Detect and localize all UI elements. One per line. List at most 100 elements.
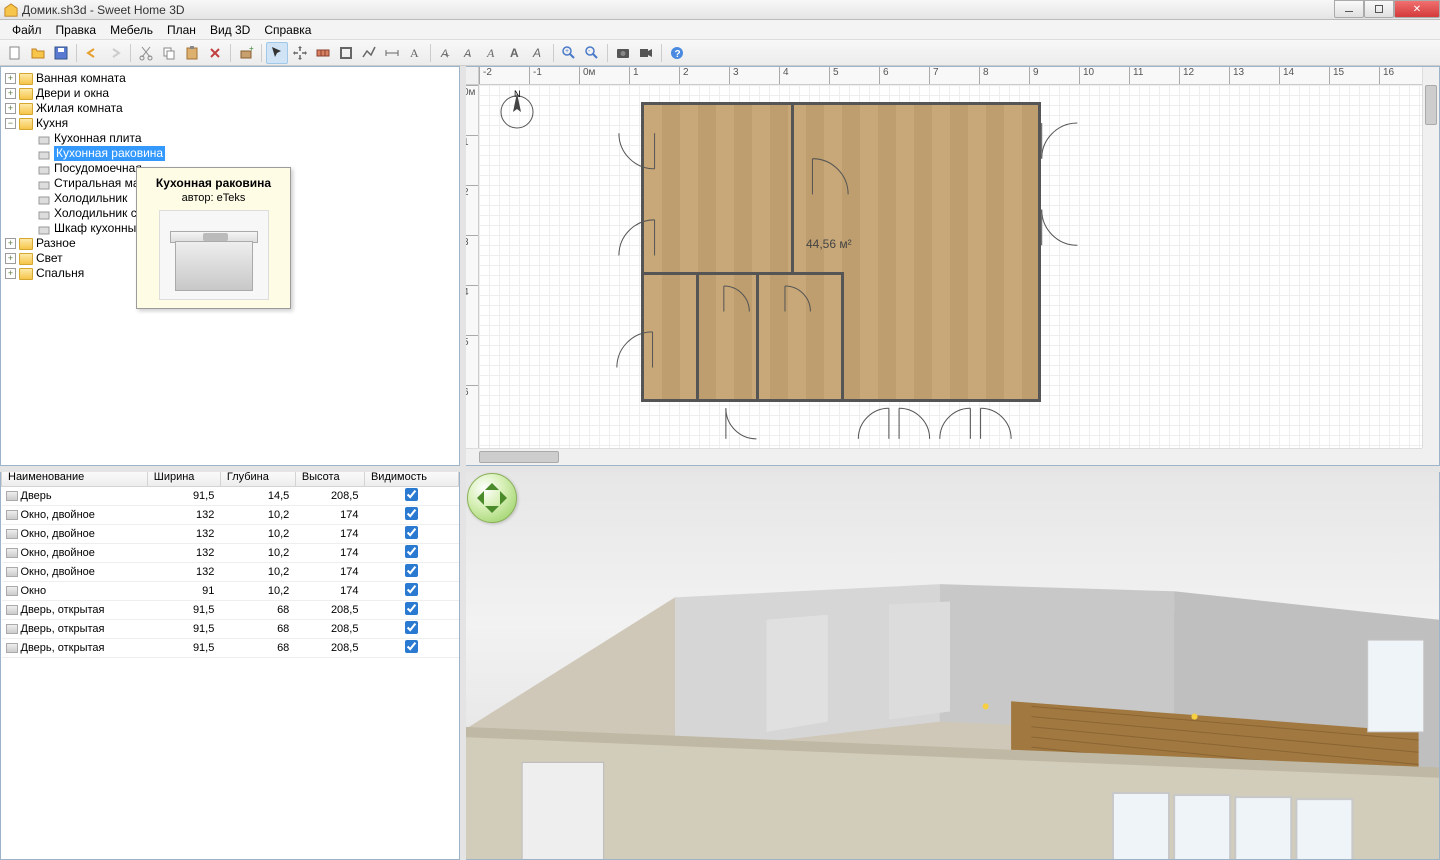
svg-text:-: -: [588, 48, 591, 55]
table-row[interactable]: Окно, двойное13210,2174: [2, 506, 459, 525]
folder-icon: [19, 88, 33, 100]
table-row[interactable]: Дверь, открытая91,568208,5: [2, 620, 459, 639]
nav-right-icon[interactable]: [500, 491, 514, 505]
table-row[interactable]: Окно, двойное13210,2174: [2, 563, 459, 582]
table-row[interactable]: Дверь91,514,5208,5: [2, 487, 459, 506]
nav-control[interactable]: [467, 473, 517, 523]
wall-tool[interactable]: [312, 42, 334, 64]
text-style-b-button[interactable]: A: [527, 42, 549, 64]
add-furniture-button[interactable]: +: [235, 42, 257, 64]
menu-help[interactable]: Справка: [258, 21, 317, 39]
zoom-in-button[interactable]: +: [558, 42, 580, 64]
visibility-checkbox[interactable]: [405, 526, 418, 539]
furniture-table[interactable]: Наименование Ширина Глубина Высота Видим…: [1, 467, 459, 658]
tree-washer[interactable]: Стиральная ма: [54, 176, 140, 191]
table-row[interactable]: Окно, двойное13210,2174: [2, 525, 459, 544]
window-title: Домик.sh3d - Sweet Home 3D: [22, 3, 1436, 17]
menu-edit[interactable]: Правка: [50, 21, 103, 39]
undo-button[interactable]: [81, 42, 103, 64]
dimension-tool[interactable]: [381, 42, 403, 64]
help-button[interactable]: ?: [666, 42, 688, 64]
expand-icon[interactable]: +: [5, 103, 16, 114]
nav-left-icon[interactable]: [470, 491, 484, 505]
menu-plan[interactable]: План: [161, 21, 202, 39]
tree-fridge[interactable]: Холодильник: [54, 191, 127, 206]
maximize-button[interactable]: [1364, 0, 1394, 18]
tree-stove[interactable]: Кухонная плита: [54, 131, 142, 146]
tree-doors-windows[interactable]: Двери и окна: [36, 86, 109, 101]
video-button[interactable]: [635, 42, 657, 64]
svg-text:A: A: [532, 46, 541, 60]
tree-sink-selected[interactable]: Кухонная раковина: [54, 146, 165, 161]
collapse-icon[interactable]: −: [5, 118, 16, 129]
visibility-checkbox[interactable]: [405, 545, 418, 558]
pan-tool[interactable]: [289, 42, 311, 64]
text-bold-button[interactable]: A+: [435, 42, 457, 64]
visibility-checkbox[interactable]: [405, 621, 418, 634]
plan-scrollbar-horizontal[interactable]: [461, 448, 1422, 465]
text-style-a-button[interactable]: A: [504, 42, 526, 64]
menu-view3d[interactable]: Вид 3D: [204, 21, 256, 39]
nav-up-icon[interactable]: [485, 476, 499, 490]
expand-icon[interactable]: +: [5, 88, 16, 99]
tree-bedroom[interactable]: Спальня: [36, 266, 84, 281]
wall[interactable]: [696, 272, 699, 402]
tree-light[interactable]: Свет: [36, 251, 63, 266]
tree-dishwasher[interactable]: Посудомоечная: [54, 161, 142, 176]
table-row[interactable]: Окно, двойное13210,2174: [2, 544, 459, 563]
visibility-checkbox[interactable]: [405, 602, 418, 615]
expand-icon[interactable]: +: [5, 268, 16, 279]
photo-button[interactable]: [612, 42, 634, 64]
visibility-checkbox[interactable]: [405, 583, 418, 596]
text-tool[interactable]: A: [404, 42, 426, 64]
splitter-vertical[interactable]: [460, 66, 466, 860]
expand-icon[interactable]: +: [5, 238, 16, 249]
menu-file[interactable]: Файл: [6, 21, 48, 39]
minimize-button[interactable]: [1334, 0, 1364, 18]
menu-furniture[interactable]: Мебель: [104, 21, 159, 39]
zoom-out-button[interactable]: -: [581, 42, 603, 64]
redo-button[interactable]: [104, 42, 126, 64]
table-row[interactable]: Окно9110,2174: [2, 582, 459, 601]
wall[interactable]: [641, 272, 841, 275]
expand-icon[interactable]: +: [5, 253, 16, 264]
tree-misc[interactable]: Разное: [36, 236, 76, 251]
tree-kitchen[interactable]: Кухня: [36, 116, 68, 131]
copy-button[interactable]: [158, 42, 180, 64]
save-button[interactable]: [50, 42, 72, 64]
paste-button[interactable]: [181, 42, 203, 64]
new-button[interactable]: [4, 42, 26, 64]
plan-scrollbar-vertical[interactable]: [1422, 67, 1439, 448]
splitter-horizontal[interactable]: [0, 466, 1440, 472]
tree-bathroom[interactable]: Ванная комната: [36, 71, 126, 86]
visibility-checkbox[interactable]: [405, 488, 418, 501]
visibility-checkbox[interactable]: [405, 640, 418, 653]
text-italic-button[interactable]: A: [481, 42, 503, 64]
tooltip-preview-image: [159, 210, 269, 300]
svg-text:A: A: [486, 46, 495, 60]
wall[interactable]: [841, 272, 844, 402]
polyline-tool[interactable]: [358, 42, 380, 64]
table-row[interactable]: Дверь, открытая91,568208,5: [2, 639, 459, 658]
select-tool[interactable]: [266, 42, 288, 64]
delete-button[interactable]: [204, 42, 226, 64]
expand-icon[interactable]: +: [5, 73, 16, 84]
tree-cabinet[interactable]: Шкаф кухонны: [54, 221, 136, 236]
wall[interactable]: [756, 272, 759, 402]
open-button[interactable]: [27, 42, 49, 64]
nav-down-icon[interactable]: [485, 506, 499, 520]
visibility-checkbox[interactable]: [405, 564, 418, 577]
view-3d[interactable]: [460, 466, 1440, 860]
furniture-tooltip: Кухонная раковина автор: eTeks: [136, 167, 291, 309]
plan-view[interactable]: -2-10м12345678910111213141516 0м123456 4…: [460, 66, 1440, 466]
tree-fridge2[interactable]: Холодильник с: [54, 206, 137, 221]
tree-living-room[interactable]: Жилая комната: [36, 101, 123, 116]
visibility-checkbox[interactable]: [405, 507, 418, 520]
room-tool[interactable]: [335, 42, 357, 64]
table-row[interactable]: Дверь, открытая91,568208,5: [2, 601, 459, 620]
text-small-button[interactable]: A-: [458, 42, 480, 64]
wall[interactable]: [791, 102, 794, 272]
cut-button[interactable]: [135, 42, 157, 64]
folder-icon: [19, 103, 33, 115]
close-button[interactable]: ✕: [1394, 0, 1440, 18]
